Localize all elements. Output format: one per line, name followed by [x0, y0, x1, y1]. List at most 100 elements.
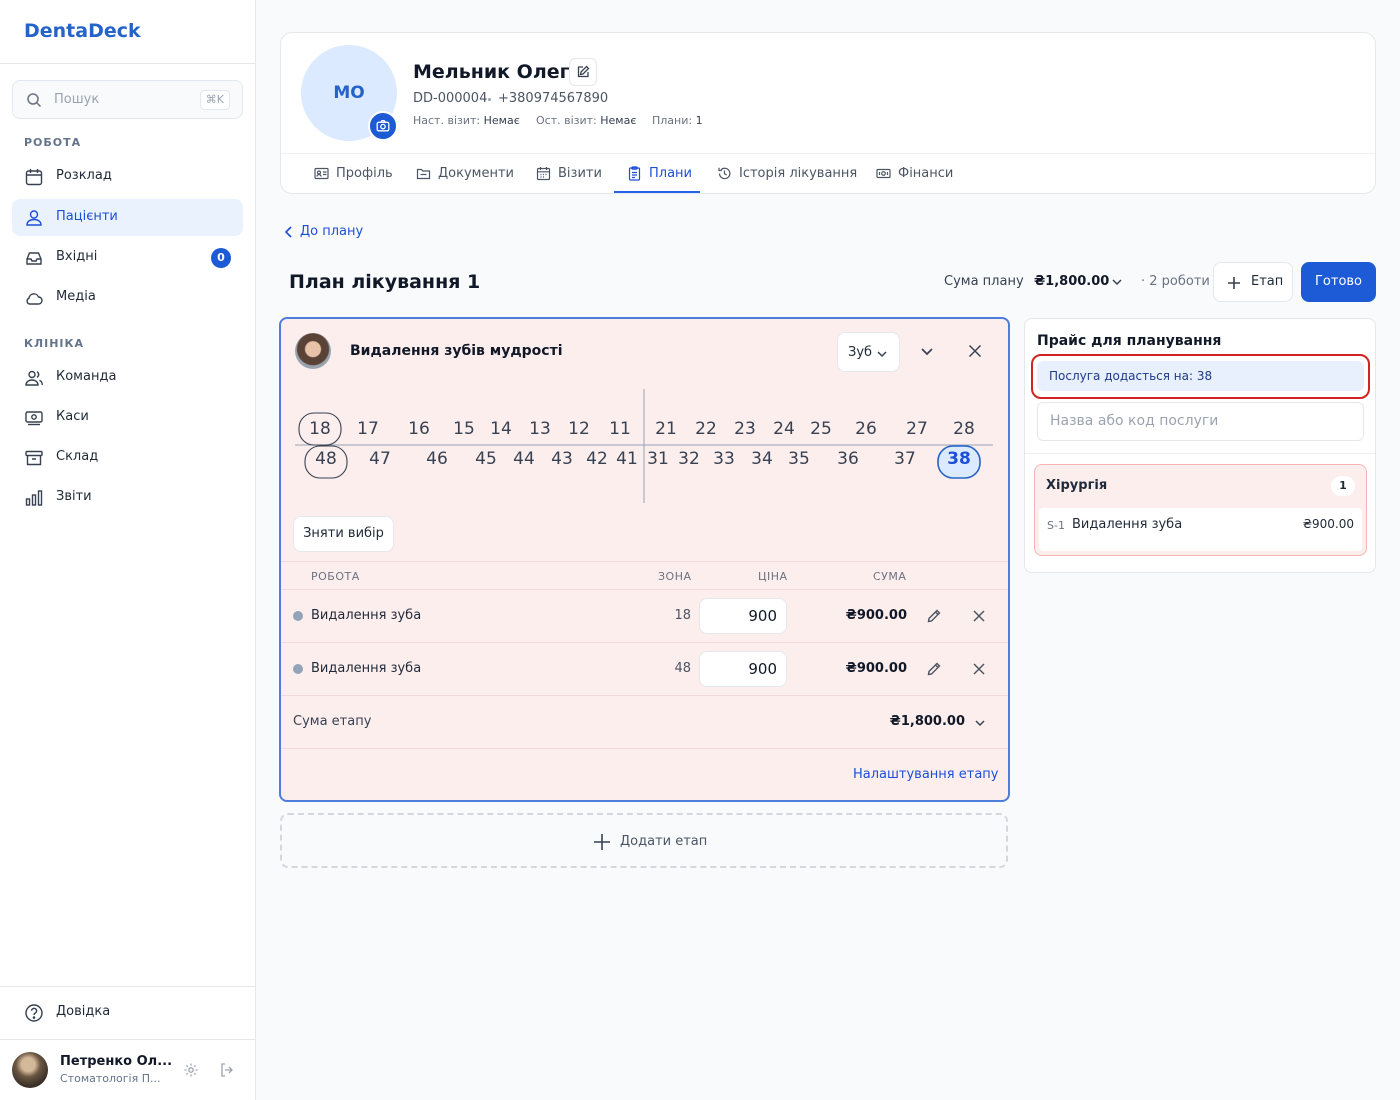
work-zone: 18 [674, 608, 691, 623]
help-link[interactable]: Довідка [12, 994, 243, 1030]
tooth-45[interactable]: 45 [471, 449, 501, 469]
tooth-32[interactable]: 32 [674, 449, 704, 469]
tooth-11[interactable]: 11 [605, 419, 635, 439]
chevron-down-icon[interactable] [1111, 276, 1123, 288]
sidebar-item-reports[interactable]: Звіти [12, 479, 243, 516]
tooth-22[interactable]: 22 [691, 419, 721, 439]
cloud-icon [24, 288, 44, 308]
doctor-avatar[interactable] [295, 333, 331, 369]
price-input[interactable]: 900 [699, 598, 787, 634]
sidebar-item-warehouse[interactable]: Склад [12, 439, 243, 476]
tooth-28[interactable]: 28 [949, 419, 979, 439]
tooth-12[interactable]: 12 [564, 419, 594, 439]
collapse-stage-button[interactable] [919, 343, 935, 359]
divider [281, 695, 1008, 696]
tooth-33[interactable]: 33 [709, 449, 739, 469]
tooth-14[interactable]: 14 [486, 419, 516, 439]
tooth-21[interactable]: 21 [651, 419, 681, 439]
tooth-44[interactable]: 44 [509, 449, 539, 469]
sidebar-item-patients[interactable]: Пацієнти [12, 199, 243, 236]
sidebar-item-team[interactable]: Команда [12, 359, 243, 396]
service-search-input[interactable]: Назва або код послуги [1037, 402, 1364, 441]
remove-row-icon[interactable] [972, 609, 986, 623]
tooth-27[interactable]: 27 [902, 419, 932, 439]
tooth-43[interactable]: 43 [547, 449, 577, 469]
price-panel-title: Прайс для планування [1037, 333, 1222, 349]
brand-logo[interactable]: DentaDeck [24, 20, 141, 42]
folder-icon [416, 166, 431, 181]
service-code: S-1 [1047, 519, 1065, 532]
add-stage-label: Етап [1251, 274, 1284, 289]
tooth-31[interactable]: 31 [643, 449, 673, 469]
remove-row-icon[interactable] [972, 662, 986, 676]
add-stage-label: Додати етап [620, 834, 708, 849]
add-stage-button[interactable]: Етап [1213, 262, 1293, 302]
tooth-15[interactable]: 15 [449, 419, 479, 439]
service-name: Видалення зуба [1072, 517, 1183, 532]
plan-sum-value[interactable]: ₴1,800.00 [1034, 274, 1109, 289]
service-item[interactable]: S-1 Видалення зуба ₴900.00 [1039, 508, 1362, 551]
tooth-13[interactable]: 13 [525, 419, 555, 439]
sidebar-item-label: Пацієнти [56, 209, 118, 224]
section-label-clinic: КЛІНІКА [24, 337, 85, 350]
tooth-24[interactable]: 24 [769, 419, 799, 439]
section-label-work: РОБОТА [24, 136, 82, 149]
remove-stage-button[interactable] [967, 343, 983, 359]
tooth-38[interactable]: 38 [944, 449, 974, 469]
tooth-23[interactable]: 23 [730, 419, 760, 439]
search-input[interactable]: Пошук ⌘K [12, 80, 243, 119]
clear-selection-button[interactable]: Зняти вибір [293, 516, 394, 552]
user-profile[interactable]: Петренко Ол... Стоматологія П... [0, 1040, 255, 1100]
edit-icon[interactable] [926, 661, 942, 677]
stage-settings-link[interactable]: Налаштування етапу [853, 767, 999, 782]
next-visit: Наст. візит: Немає [413, 114, 520, 127]
tooth-46[interactable]: 46 [422, 449, 452, 469]
sidebar-item-label: Каси [56, 409, 89, 424]
sidebar-item-media[interactable]: Медіа [12, 279, 243, 316]
settings-icon[interactable] [183, 1062, 199, 1078]
sidebar-item-label: Розклад [56, 168, 112, 183]
sidebar-item-label: Склад [56, 449, 99, 464]
profile-card-icon [314, 166, 329, 181]
reports-icon [24, 488, 44, 508]
price-input[interactable]: 900 [699, 651, 787, 687]
tooth-25[interactable]: 25 [806, 419, 836, 439]
help-icon [24, 1003, 44, 1023]
logout-icon[interactable] [219, 1062, 235, 1078]
category-surgery[interactable]: Хірургія 1 S-1 Видалення зуба ₴900.00 [1034, 464, 1367, 556]
category-count-badge: 1 [1331, 476, 1355, 496]
tooth-18[interactable]: 18 [305, 419, 335, 439]
add-stage-dropzone[interactable]: Додати етап [280, 813, 1008, 868]
zone-type-select[interactable]: Зуб [837, 332, 900, 372]
tooth-37[interactable]: 37 [890, 449, 920, 469]
work-sum: ₴900.00 [845, 608, 907, 623]
tooth-36[interactable]: 36 [833, 449, 863, 469]
tooth-41[interactable]: 41 [612, 449, 642, 469]
tooth-42[interactable]: 42 [582, 449, 612, 469]
divider [281, 561, 1008, 562]
work-name: Видалення зуба [311, 661, 422, 676]
tooth-35[interactable]: 35 [784, 449, 814, 469]
done-button[interactable]: Готово [1301, 262, 1376, 302]
tooth-17[interactable]: 17 [353, 419, 383, 439]
chevron-down-icon[interactable] [974, 717, 986, 729]
tooth-48[interactable]: 48 [311, 449, 341, 469]
divider [1025, 453, 1375, 454]
stage-title: Видалення зубів мудрості [350, 343, 563, 359]
sidebar-item-cashboxes[interactable]: Каси [12, 399, 243, 436]
stage-sum-value[interactable]: ₴1,800.00 [861, 714, 965, 729]
change-photo-button[interactable] [368, 111, 398, 141]
tooth-26[interactable]: 26 [851, 419, 881, 439]
edit-icon[interactable] [926, 608, 942, 624]
user-name: Петренко Ол... [60, 1054, 173, 1069]
stage-card: Видалення зубів мудрості Зуб 18 17 16 15 14 1… [279, 317, 1010, 802]
edit-patient-button[interactable] [569, 58, 597, 86]
category-name: Хірургія [1046, 478, 1108, 493]
tooth-34[interactable]: 34 [747, 449, 777, 469]
sidebar-item-schedule[interactable]: Розклад [12, 158, 243, 195]
tooth-16[interactable]: 16 [404, 419, 434, 439]
sidebar-item-inbox[interactable]: Вхідні 0 [12, 239, 243, 276]
plus-icon [594, 834, 610, 850]
tooth-47[interactable]: 47 [365, 449, 395, 469]
tab-label: Історія лікування [739, 166, 858, 181]
